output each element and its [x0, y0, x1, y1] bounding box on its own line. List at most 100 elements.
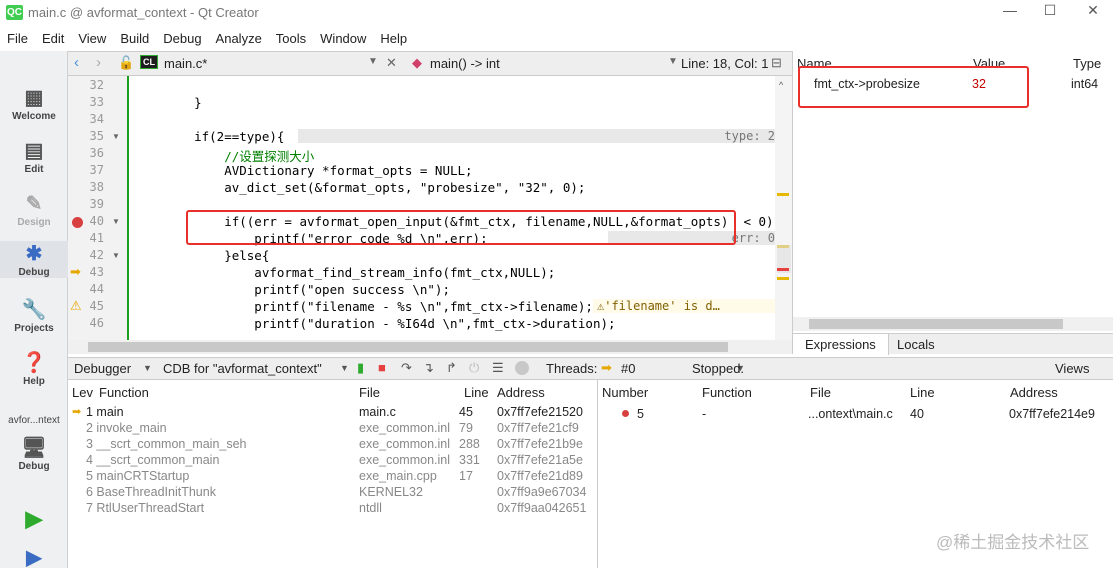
- continue-icon[interactable]: ▮: [357, 360, 364, 376]
- views-button[interactable]: Views: [1055, 361, 1089, 376]
- line-number[interactable]: 38: [68, 180, 104, 194]
- bug-icon: ✱: [25, 243, 43, 265]
- breakpoint-toggle-icon[interactable]: [515, 361, 529, 375]
- editor-vertical-scrollbar[interactable]: ^: [775, 76, 792, 340]
- menu-view[interactable]: View: [71, 28, 113, 51]
- code-editor[interactable]: 32 33 } 34 35 ▼ if(2==type){type: 2 36 //设置探测…: [68, 76, 775, 340]
- inline-annotation: ⚠'filename' is d…: [593, 299, 775, 313]
- stack-cell: 288: [459, 437, 480, 451]
- stop-icon[interactable]: ■: [378, 360, 386, 375]
- stack-cell: 17: [459, 469, 473, 483]
- run-button[interactable]: ▶: [0, 506, 68, 532]
- col-address[interactable]: Address: [497, 385, 545, 400]
- step-over-icon[interactable]: ↷: [401, 360, 412, 376]
- mode-help[interactable]: ❓ Help: [0, 350, 68, 387]
- watch-scrollbar[interactable]: [793, 317, 1113, 331]
- mode-design[interactable]: ✎ Design: [0, 191, 68, 228]
- document-icon: ▤: [24, 140, 44, 162]
- col-address[interactable]: Address: [1010, 385, 1058, 400]
- col-line[interactable]: Line: [910, 385, 935, 400]
- kit-selector[interactable]: 🖥 Debug: [0, 435, 68, 472]
- col-function[interactable]: Function: [99, 385, 149, 400]
- breakpoint-icon[interactable]: [72, 217, 83, 228]
- highlight-box: [798, 66, 1029, 108]
- col-number[interactable]: Number: [602, 385, 648, 400]
- tab-expressions[interactable]: Expressions: [793, 334, 889, 355]
- stack-cell: KERNEL32: [359, 485, 423, 499]
- menu-build[interactable]: Build: [113, 28, 156, 51]
- change-marker: [127, 76, 129, 340]
- stack-cell: 0x7ff9aa042651: [497, 501, 587, 515]
- step-out-icon[interactable]: ↱: [446, 360, 457, 376]
- stack-cell: 0x7ff7efe21b9e: [497, 437, 583, 451]
- fold-icon[interactable]: ▼: [112, 217, 120, 226]
- menu-help[interactable]: Help: [373, 28, 414, 51]
- fold-icon[interactable]: ▼: [112, 132, 120, 141]
- menu-file[interactable]: File: [0, 28, 35, 51]
- instruction-mode-icon[interactable]: ☰: [492, 360, 504, 376]
- line-number[interactable]: 33: [68, 95, 104, 109]
- mode-projects[interactable]: 🔧 Projects: [0, 297, 68, 334]
- file-dropdown-icon[interactable]: ▼: [368, 56, 378, 67]
- stack-cell: 0x7ff7efe21520: [497, 405, 583, 419]
- line-number[interactable]: 42: [68, 248, 104, 262]
- col-line[interactable]: Line: [464, 385, 489, 400]
- menu-window[interactable]: Window: [313, 28, 373, 51]
- line-number[interactable]: 36: [68, 146, 104, 160]
- cursor-position[interactable]: Line: 18, Col: 1: [681, 56, 768, 71]
- minimize-button[interactable]: —: [995, 2, 1025, 24]
- mode-debug[interactable]: ✱ Debug: [0, 241, 68, 278]
- maximize-button[interactable]: ☐: [1035, 2, 1065, 24]
- engine-selector[interactable]: CDB for "avformat_context": [163, 361, 322, 376]
- mode-welcome[interactable]: ▦ Welcome: [0, 85, 68, 122]
- line-number[interactable]: 41: [68, 231, 104, 245]
- title-bar: QC main.c @ avformat_context - Qt Creato…: [0, 0, 1113, 28]
- code-line: printf("filename - %s \n",fmt_ctx->filen…: [164, 299, 593, 314]
- file-selector[interactable]: main.c*: [164, 56, 207, 71]
- kit-project[interactable]: avfor...ntext: [0, 415, 68, 426]
- symbol-dropdown-icon[interactable]: ▼: [668, 56, 678, 67]
- menu-tools[interactable]: Tools: [269, 28, 313, 51]
- debug-run-button[interactable]: ▶: [0, 545, 68, 570]
- dropdown-icon: ▼: [143, 363, 152, 373]
- line-number[interactable]: 37: [68, 163, 104, 177]
- function-icon: ◆: [412, 55, 422, 70]
- monitor-icon: 🖥: [21, 437, 47, 459]
- debugger-toolbar: Debugger ▼ CDB for "avformat_context" ▼ …: [68, 357, 1113, 380]
- forward-icon[interactable]: ›: [96, 54, 101, 71]
- restart-icon[interactable]: ⏻: [469, 360, 479, 376]
- col-file[interactable]: File: [359, 385, 380, 400]
- editor-horizontal-scrollbar[interactable]: [68, 340, 792, 354]
- line-number[interactable]: 39: [68, 197, 104, 211]
- code-line: avformat_find_stream_info(fmt_ctx,NULL);: [164, 265, 556, 280]
- close-file-icon[interactable]: ✕: [386, 55, 397, 71]
- menu-analyze[interactable]: Analyze: [209, 28, 269, 51]
- symbol-selector[interactable]: main() -> int: [430, 56, 500, 71]
- line-number[interactable]: 35: [68, 129, 104, 143]
- line-number[interactable]: 34: [68, 112, 104, 126]
- step-into-icon[interactable]: ↴: [423, 360, 434, 376]
- thread-selector[interactable]: #0: [621, 361, 635, 376]
- col-type[interactable]: Type: [1073, 56, 1101, 71]
- stack-cell: 0x7ff7efe21cf9: [497, 421, 579, 435]
- line-number[interactable]: 44: [68, 282, 104, 296]
- close-button[interactable]: ✕: [1078, 2, 1108, 24]
- col-file[interactable]: File: [810, 385, 831, 400]
- thread-arrow-icon: ➡: [601, 360, 612, 375]
- split-icon[interactable]: ⊟: [771, 55, 782, 71]
- current-frame-arrow-icon: ➡: [72, 406, 82, 418]
- menu-debug[interactable]: Debug: [156, 28, 208, 51]
- fold-icon[interactable]: ▼: [112, 251, 120, 260]
- line-number[interactable]: 46: [68, 316, 104, 330]
- col-level[interactable]: Lev: [72, 385, 93, 400]
- tab-locals[interactable]: Locals: [897, 337, 935, 352]
- debugger-selector[interactable]: Debugger: [74, 361, 131, 376]
- mode-sidebar: ▦ Welcome ▤ Edit ✎ Design ✱ Debug 🔧 Projects …: [0, 51, 68, 570]
- mode-edit[interactable]: ▤ Edit: [0, 138, 68, 175]
- menu-edit[interactable]: Edit: [35, 28, 71, 51]
- stack-cell: main.c: [359, 405, 396, 419]
- line-number[interactable]: 32: [68, 78, 104, 92]
- col-function[interactable]: Function: [702, 385, 752, 400]
- help-icon: ❓: [21, 352, 47, 374]
- back-icon[interactable]: ‹: [74, 54, 79, 71]
